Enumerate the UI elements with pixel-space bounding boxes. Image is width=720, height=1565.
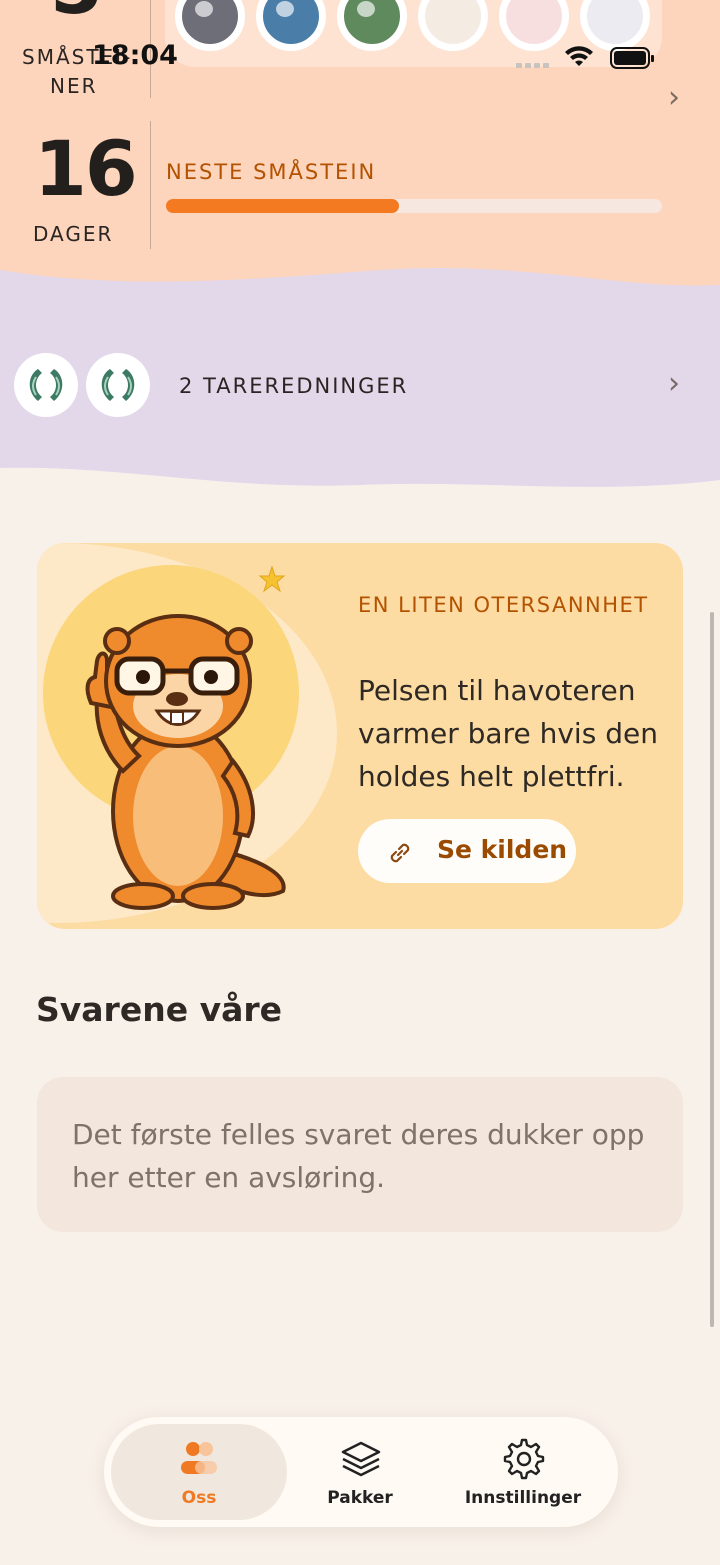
- pebble-2: [256, 0, 326, 51]
- answers-empty-state: Det første felles svaret deres dukker op…: [37, 1077, 683, 1232]
- days-label: DAGER: [33, 222, 114, 246]
- rescue-badge: [86, 353, 150, 417]
- otter-mascot-illustration: [85, 614, 286, 910]
- next-pebble-label: NESTE SMÅSTEIN: [166, 160, 377, 184]
- next-pebble-progress: [166, 199, 662, 213]
- see-source-button[interactable]: Se kilden: [358, 819, 576, 883]
- progress-fill: [166, 199, 400, 213]
- pebbles-label-line2: NER: [50, 74, 98, 98]
- pebbles-chevron-icon[interactable]: ›: [668, 80, 680, 115]
- star-icon: [258, 565, 286, 593]
- nav-item-pakker[interactable]: Pakker: [300, 1424, 420, 1520]
- link-icon: [390, 843, 410, 863]
- battery-icon: [610, 47, 654, 69]
- answers-title: Svarene våre: [36, 990, 283, 1029]
- nav-label-pakker: Pakker: [327, 1488, 393, 1508]
- nav-label-innstillinger: Innstillinger: [464, 1488, 582, 1508]
- fact-card: EN LITEN OTERSANNHET Pelsen til havotere…: [37, 543, 683, 929]
- people-icon: [181, 1442, 217, 1474]
- wifi-icon: [565, 46, 593, 66]
- gear-icon: [503, 1438, 545, 1480]
- pebble-3: [337, 0, 407, 51]
- status-time: 18:04: [92, 40, 178, 71]
- laurel-icon: [29, 369, 63, 401]
- pebble-1: [175, 0, 245, 51]
- divider: [150, 121, 151, 249]
- pebble-4-empty: [418, 0, 488, 51]
- scrollbar[interactable]: [710, 612, 714, 1327]
- layers-icon: [341, 1441, 381, 1477]
- rescue-badge: [14, 353, 78, 417]
- pebbles-count: 5: [50, 0, 103, 31]
- answers-empty-text: Det første felles svaret deres dukker op…: [72, 1118, 645, 1194]
- status-icons: [516, 44, 656, 74]
- fact-title: EN LITEN OTERSANNHET: [358, 593, 649, 617]
- signal-icon: [516, 63, 549, 68]
- nav-label-oss: Oss: [181, 1488, 217, 1508]
- days-count: 16: [34, 124, 138, 213]
- fact-text: Pelsen til havoteren varmer bare hvis de…: [358, 674, 658, 793]
- nav-item-oss[interactable]: Oss: [111, 1424, 287, 1520]
- rescues-label[interactable]: 2 TAREREDNINGER: [179, 374, 408, 398]
- nav-item-innstillinger[interactable]: Innstillinger: [448, 1424, 598, 1520]
- laurel-icon: [101, 369, 135, 401]
- see-source-label: Se kilden: [437, 835, 568, 864]
- rescues-chevron-icon[interactable]: ›: [668, 366, 680, 401]
